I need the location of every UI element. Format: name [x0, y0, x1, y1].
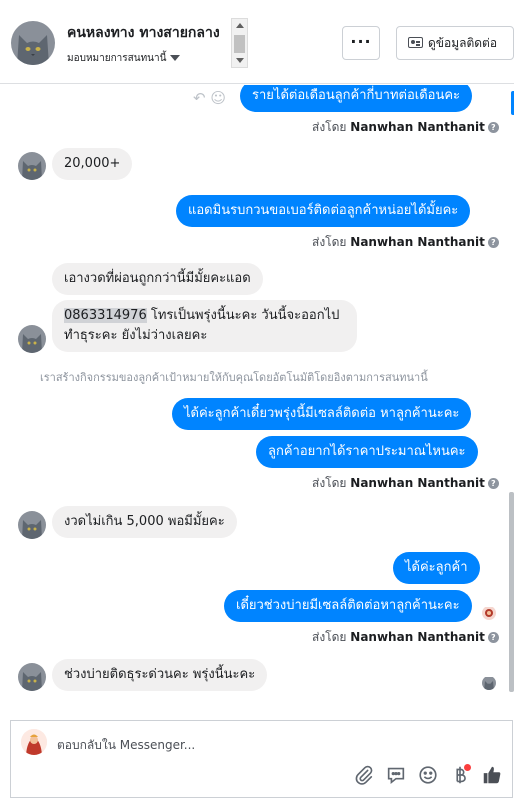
- sent-by-prefix: ส่งโดย: [312, 630, 347, 644]
- message-bubble-incoming[interactable]: ช่วงบ่ายติดธุระด่วนคะ พรุ่งนี้นะคะ: [52, 659, 268, 691]
- more-options-button[interactable]: ···: [342, 26, 380, 60]
- help-icon[interactable]: ?: [487, 632, 499, 643]
- system-note: เราสร้างกิจกรรมของลูกค้าเป้าหมายให้กับคุ…: [40, 371, 428, 384]
- message-bubble-incoming[interactable]: 0863314976 โทรเป็นพรุ่งนี้นะคะ วันนี้จะอ…: [52, 300, 357, 352]
- message-composer[interactable]: ตอบกลับใน Messenger...: [10, 720, 513, 798]
- contact-card-icon: [408, 37, 423, 48]
- scroll-thumb[interactable]: [234, 35, 245, 53]
- message-bubble-incoming[interactable]: เอางวดที่ผ่อนถูกกว่านี้มีมั้ยคะแอด: [52, 263, 263, 295]
- message-bubble-outgoing[interactable]: แอดมินรบกวนขอเบอร์ติดต่อลูกค้าหน่อยได้มั…: [176, 195, 471, 227]
- header-scrollbar[interactable]: [231, 18, 248, 68]
- customer-avatar[interactable]: [18, 325, 46, 353]
- sender-name[interactable]: Nanwhan Nanthanit: [350, 120, 485, 134]
- customer-avatar[interactable]: [18, 152, 46, 180]
- message-bubble-outgoing[interactable]: เดี๋ยวช่วงบ่ายมีเซลล์ติดต่อหาลูกค้านะคะ: [224, 590, 472, 622]
- message-text: โทรเป็นพรุ่งนี้นะคะ วันนี้จะออกไป: [146, 308, 340, 323]
- message-bubble-outgoing[interactable]: ได้ค่ะลูกค้า: [393, 552, 480, 584]
- assign-label: มอบหมายการสนทนานี้: [67, 53, 167, 64]
- scroll-up-icon[interactable]: [236, 23, 244, 28]
- caret-down-icon: [170, 55, 181, 61]
- message-bubble-incoming[interactable]: 20,000+: [52, 148, 133, 180]
- sent-by-prefix: ส่งโดย: [312, 476, 347, 490]
- smile-icon[interactable]: [417, 764, 439, 786]
- message-bubble-incoming[interactable]: งวดไม่เกิน 5,000 พอมีมั้ยคะ: [52, 506, 237, 538]
- seen-by-avatar: [482, 606, 496, 620]
- message-bubble-outgoing[interactable]: รายได้ต่อเดือนลูกค้ากี่บาทต่อเดือนคะ: [240, 85, 473, 112]
- sent-by-prefix: ส่งโดย: [312, 235, 347, 249]
- sender-name[interactable]: Nanwhan Nanthanit: [350, 630, 485, 644]
- sender-name[interactable]: Nanwhan Nanthanit: [350, 476, 485, 490]
- view-contact-info-label: ดูข้อมูลติดต่อ: [428, 36, 498, 50]
- baht-icon[interactable]: [449, 764, 471, 786]
- sent-by-label: ส่งโดย Nanwhan Nanthanit?: [312, 233, 499, 252]
- message-text: ทำธุระคะ ยังไม่ว่างเลยคะ: [64, 328, 208, 343]
- notification-dot: [464, 764, 471, 771]
- paperclip-icon[interactable]: [353, 764, 375, 786]
- scroll-down-icon[interactable]: [236, 58, 244, 63]
- sent-by-label: ส่งโดย Nanwhan Nanthanit?: [312, 628, 499, 647]
- sent-by-label: ส่งโดย Nanwhan Nanthanit?: [312, 474, 499, 493]
- assign-conversation-dropdown[interactable]: มอบหมายการสนทนานี้: [67, 51, 181, 66]
- contact-avatar[interactable]: [11, 21, 55, 65]
- sender-name[interactable]: Nanwhan Nanthanit: [350, 235, 485, 249]
- phone-number[interactable]: 0863314976: [64, 308, 147, 323]
- contact-name[interactable]: คนหลงทาง ทางสายกลาง: [67, 22, 220, 44]
- seen-by-customer-avatar: [482, 676, 496, 690]
- conversation-header: คนหลงทาง ทางสายกลาง มอบหมายการสนทนานี้ ·…: [0, 0, 514, 84]
- reply-input[interactable]: ตอบกลับใน Messenger...: [57, 736, 195, 755]
- message-icon[interactable]: [385, 764, 407, 786]
- page-avatar: [21, 729, 47, 755]
- sent-by-prefix: ส่งโดย: [312, 120, 347, 134]
- help-icon[interactable]: ?: [487, 237, 499, 248]
- reply-icon[interactable]: ↶: [193, 89, 206, 107]
- message-thread[interactable]: ↶ ☺ รายได้ต่อเดือนลูกค้ากี่บาทต่อเดือนคะ…: [0, 85, 514, 721]
- help-icon[interactable]: ?: [487, 122, 499, 133]
- message-actions: ↶ ☺: [193, 89, 226, 107]
- message-bubble-outgoing[interactable]: ได้ค่ะลูกค้าเดี๋ยวพรุ่งนี้มีเซลล์ติดต่อ …: [172, 398, 472, 430]
- customer-avatar[interactable]: [18, 511, 46, 539]
- view-contact-info-button[interactable]: ดูข้อมูลติดต่อ: [396, 26, 514, 60]
- thread-scroll-thumb[interactable]: [509, 492, 514, 692]
- customer-avatar[interactable]: [18, 663, 46, 691]
- message-bubble-outgoing[interactable]: ลูกค้าอยากได้ราคาประมาณไหนคะ: [256, 436, 478, 468]
- sent-by-label: ส่งโดย Nanwhan Nanthanit?: [312, 118, 499, 137]
- thread-scrollbar[interactable]: [509, 85, 514, 721]
- help-icon[interactable]: ?: [487, 478, 499, 489]
- react-icon[interactable]: ☺: [210, 89, 226, 107]
- composer-toolbar: [353, 763, 503, 787]
- thumbs-up-icon[interactable]: [481, 764, 503, 786]
